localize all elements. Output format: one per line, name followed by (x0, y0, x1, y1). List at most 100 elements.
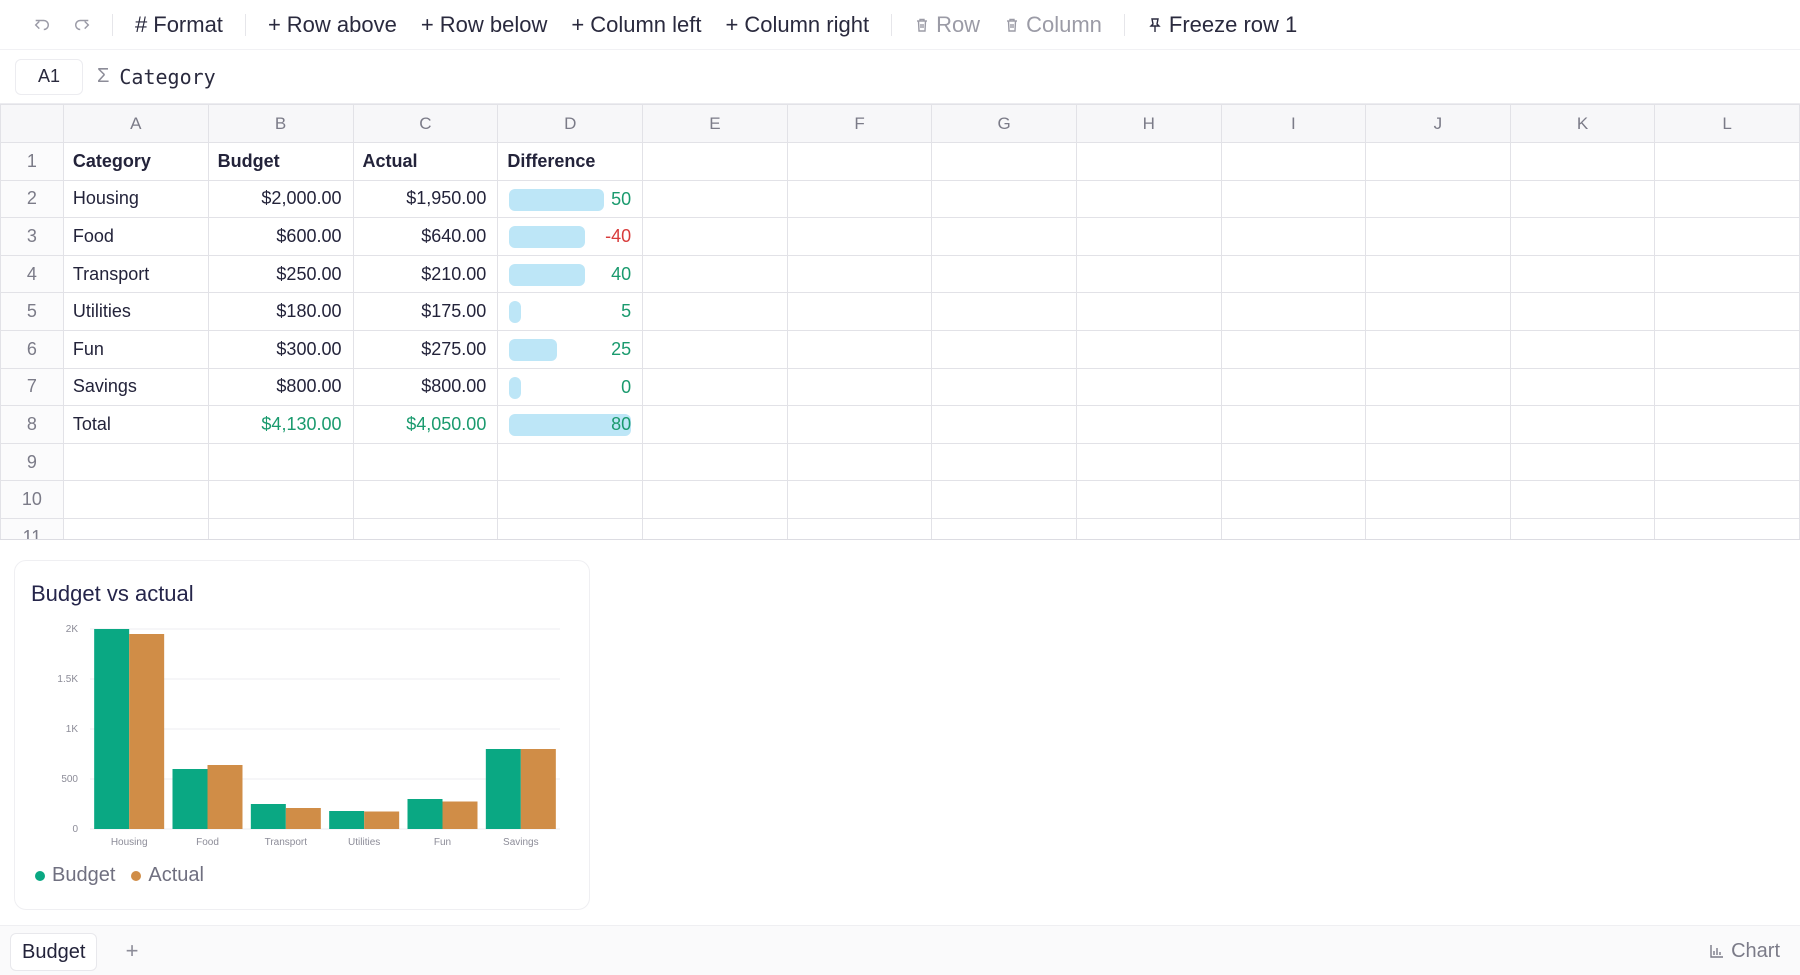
chart-card[interactable]: Budget vs actual 0 500 1K 1.5K 2K Housing Food… (14, 560, 590, 910)
cell-reference[interactable]: A1 (15, 58, 83, 95)
cell[interactable] (1654, 405, 1800, 444)
cell[interactable] (1654, 480, 1800, 519)
cell[interactable] (931, 217, 1077, 256)
bar-actual-transport[interactable] (285, 808, 321, 829)
legend-item[interactable]: Actual (131, 864, 204, 887)
cell[interactable] (931, 480, 1077, 519)
cell[interactable] (1654, 292, 1800, 331)
budget-cell[interactable]: $250.00 (207, 254, 354, 294)
select-all-corner[interactable] (0, 104, 64, 143)
insert-row-below-button[interactable]: + Row below (409, 7, 559, 43)
add-sheet-button[interactable]: + (118, 935, 146, 967)
cell[interactable] (931, 292, 1077, 331)
header-cell[interactable]: Difference (497, 142, 644, 181)
row-header[interactable]: 8 (0, 405, 64, 444)
row-header[interactable]: 9 (0, 442, 64, 482)
cell[interactable] (931, 367, 1077, 407)
chart-button[interactable]: Chart (1709, 935, 1780, 967)
cell[interactable] (1075, 367, 1222, 407)
cell[interactable] (642, 442, 788, 482)
cell[interactable] (1509, 480, 1656, 519)
cell[interactable] (786, 405, 933, 444)
delete-row-button[interactable]: Row (902, 7, 992, 43)
legend-item[interactable]: Budget (35, 864, 115, 887)
cell[interactable] (786, 217, 933, 256)
cell[interactable] (1654, 217, 1800, 256)
column-header[interactable]: I (1220, 104, 1367, 143)
cell[interactable] (1220, 442, 1367, 482)
cell[interactable] (207, 517, 354, 539)
cell[interactable] (642, 292, 788, 331)
header-cell[interactable]: Category (62, 142, 209, 181)
bar-budget-fun[interactable] (407, 799, 443, 829)
cell[interactable] (1220, 405, 1367, 444)
cell[interactable] (642, 367, 788, 407)
cell[interactable] (642, 179, 788, 219)
cell[interactable] (207, 442, 354, 482)
column-header[interactable]: L (1654, 104, 1800, 143)
cell[interactable] (1365, 517, 1511, 539)
cell[interactable] (1220, 517, 1367, 539)
cell[interactable] (497, 480, 644, 519)
row-header[interactable]: 1 (0, 142, 64, 181)
bar-actual-fun[interactable] (442, 801, 478, 830)
column-header[interactable]: H (1075, 104, 1222, 143)
bar-budget-transport[interactable] (250, 804, 286, 829)
budget-cell[interactable]: $180.00 (207, 292, 354, 331)
cell[interactable] (786, 329, 933, 369)
cell[interactable] (1509, 254, 1656, 294)
cell[interactable] (497, 517, 644, 539)
cell[interactable] (62, 442, 209, 482)
sheet-tab-budget[interactable]: Budget (10, 933, 98, 971)
cell[interactable] (1365, 442, 1511, 482)
actual-cell[interactable]: $4,050.00 (352, 405, 499, 444)
cell[interactable] (931, 442, 1077, 482)
column-header[interactable]: B (207, 104, 354, 143)
category-cell[interactable]: Savings (62, 367, 209, 407)
row-header[interactable]: 11 (0, 517, 64, 539)
cell[interactable] (1654, 517, 1800, 539)
cell[interactable] (1075, 142, 1222, 181)
cell[interactable] (1075, 329, 1222, 369)
cell[interactable] (1365, 142, 1511, 181)
cell[interactable] (1509, 405, 1656, 444)
cell[interactable] (642, 480, 788, 519)
cell[interactable] (931, 405, 1077, 444)
cell[interactable] (931, 517, 1077, 539)
bar-actual-food[interactable] (207, 765, 243, 829)
cell[interactable] (1075, 442, 1222, 482)
cell[interactable] (497, 442, 644, 482)
cell[interactable] (1220, 142, 1367, 181)
cell[interactable] (1654, 254, 1800, 294)
difference-cell[interactable]: 5 (497, 292, 644, 331)
bar-budget-food[interactable] (172, 769, 208, 829)
row-header[interactable]: 5 (0, 292, 64, 331)
row-header[interactable]: 4 (0, 254, 64, 294)
cell[interactable] (1075, 254, 1222, 294)
cell[interactable] (642, 405, 788, 444)
budget-cell[interactable]: $4,130.00 (207, 405, 354, 444)
cell[interactable] (931, 142, 1077, 181)
cell[interactable] (1220, 217, 1367, 256)
bar-actual-housing[interactable] (129, 634, 165, 829)
row-header[interactable]: 6 (0, 329, 64, 369)
insert-column-left-button[interactable]: + Column left (559, 7, 713, 43)
cell[interactable] (1509, 142, 1656, 181)
actual-cell[interactable]: $640.00 (352, 217, 499, 256)
bar-budget-utilities[interactable] (329, 811, 365, 829)
difference-cell[interactable]: 0 (497, 367, 644, 407)
redo-icon[interactable] (62, 7, 102, 43)
cell[interactable] (642, 254, 788, 294)
header-cell[interactable]: Actual (352, 142, 499, 181)
cell[interactable] (1509, 367, 1656, 407)
cell[interactable] (1220, 329, 1367, 369)
cell[interactable] (1220, 292, 1367, 331)
cell[interactable] (207, 480, 354, 519)
cell[interactable] (931, 329, 1077, 369)
cell[interactable] (786, 517, 933, 539)
cell[interactable] (642, 517, 788, 539)
bar-actual-savings[interactable] (520, 749, 556, 829)
column-header[interactable]: K (1509, 104, 1656, 143)
bar-budget-savings[interactable] (485, 749, 521, 829)
difference-cell[interactable]: 80 (497, 405, 644, 444)
